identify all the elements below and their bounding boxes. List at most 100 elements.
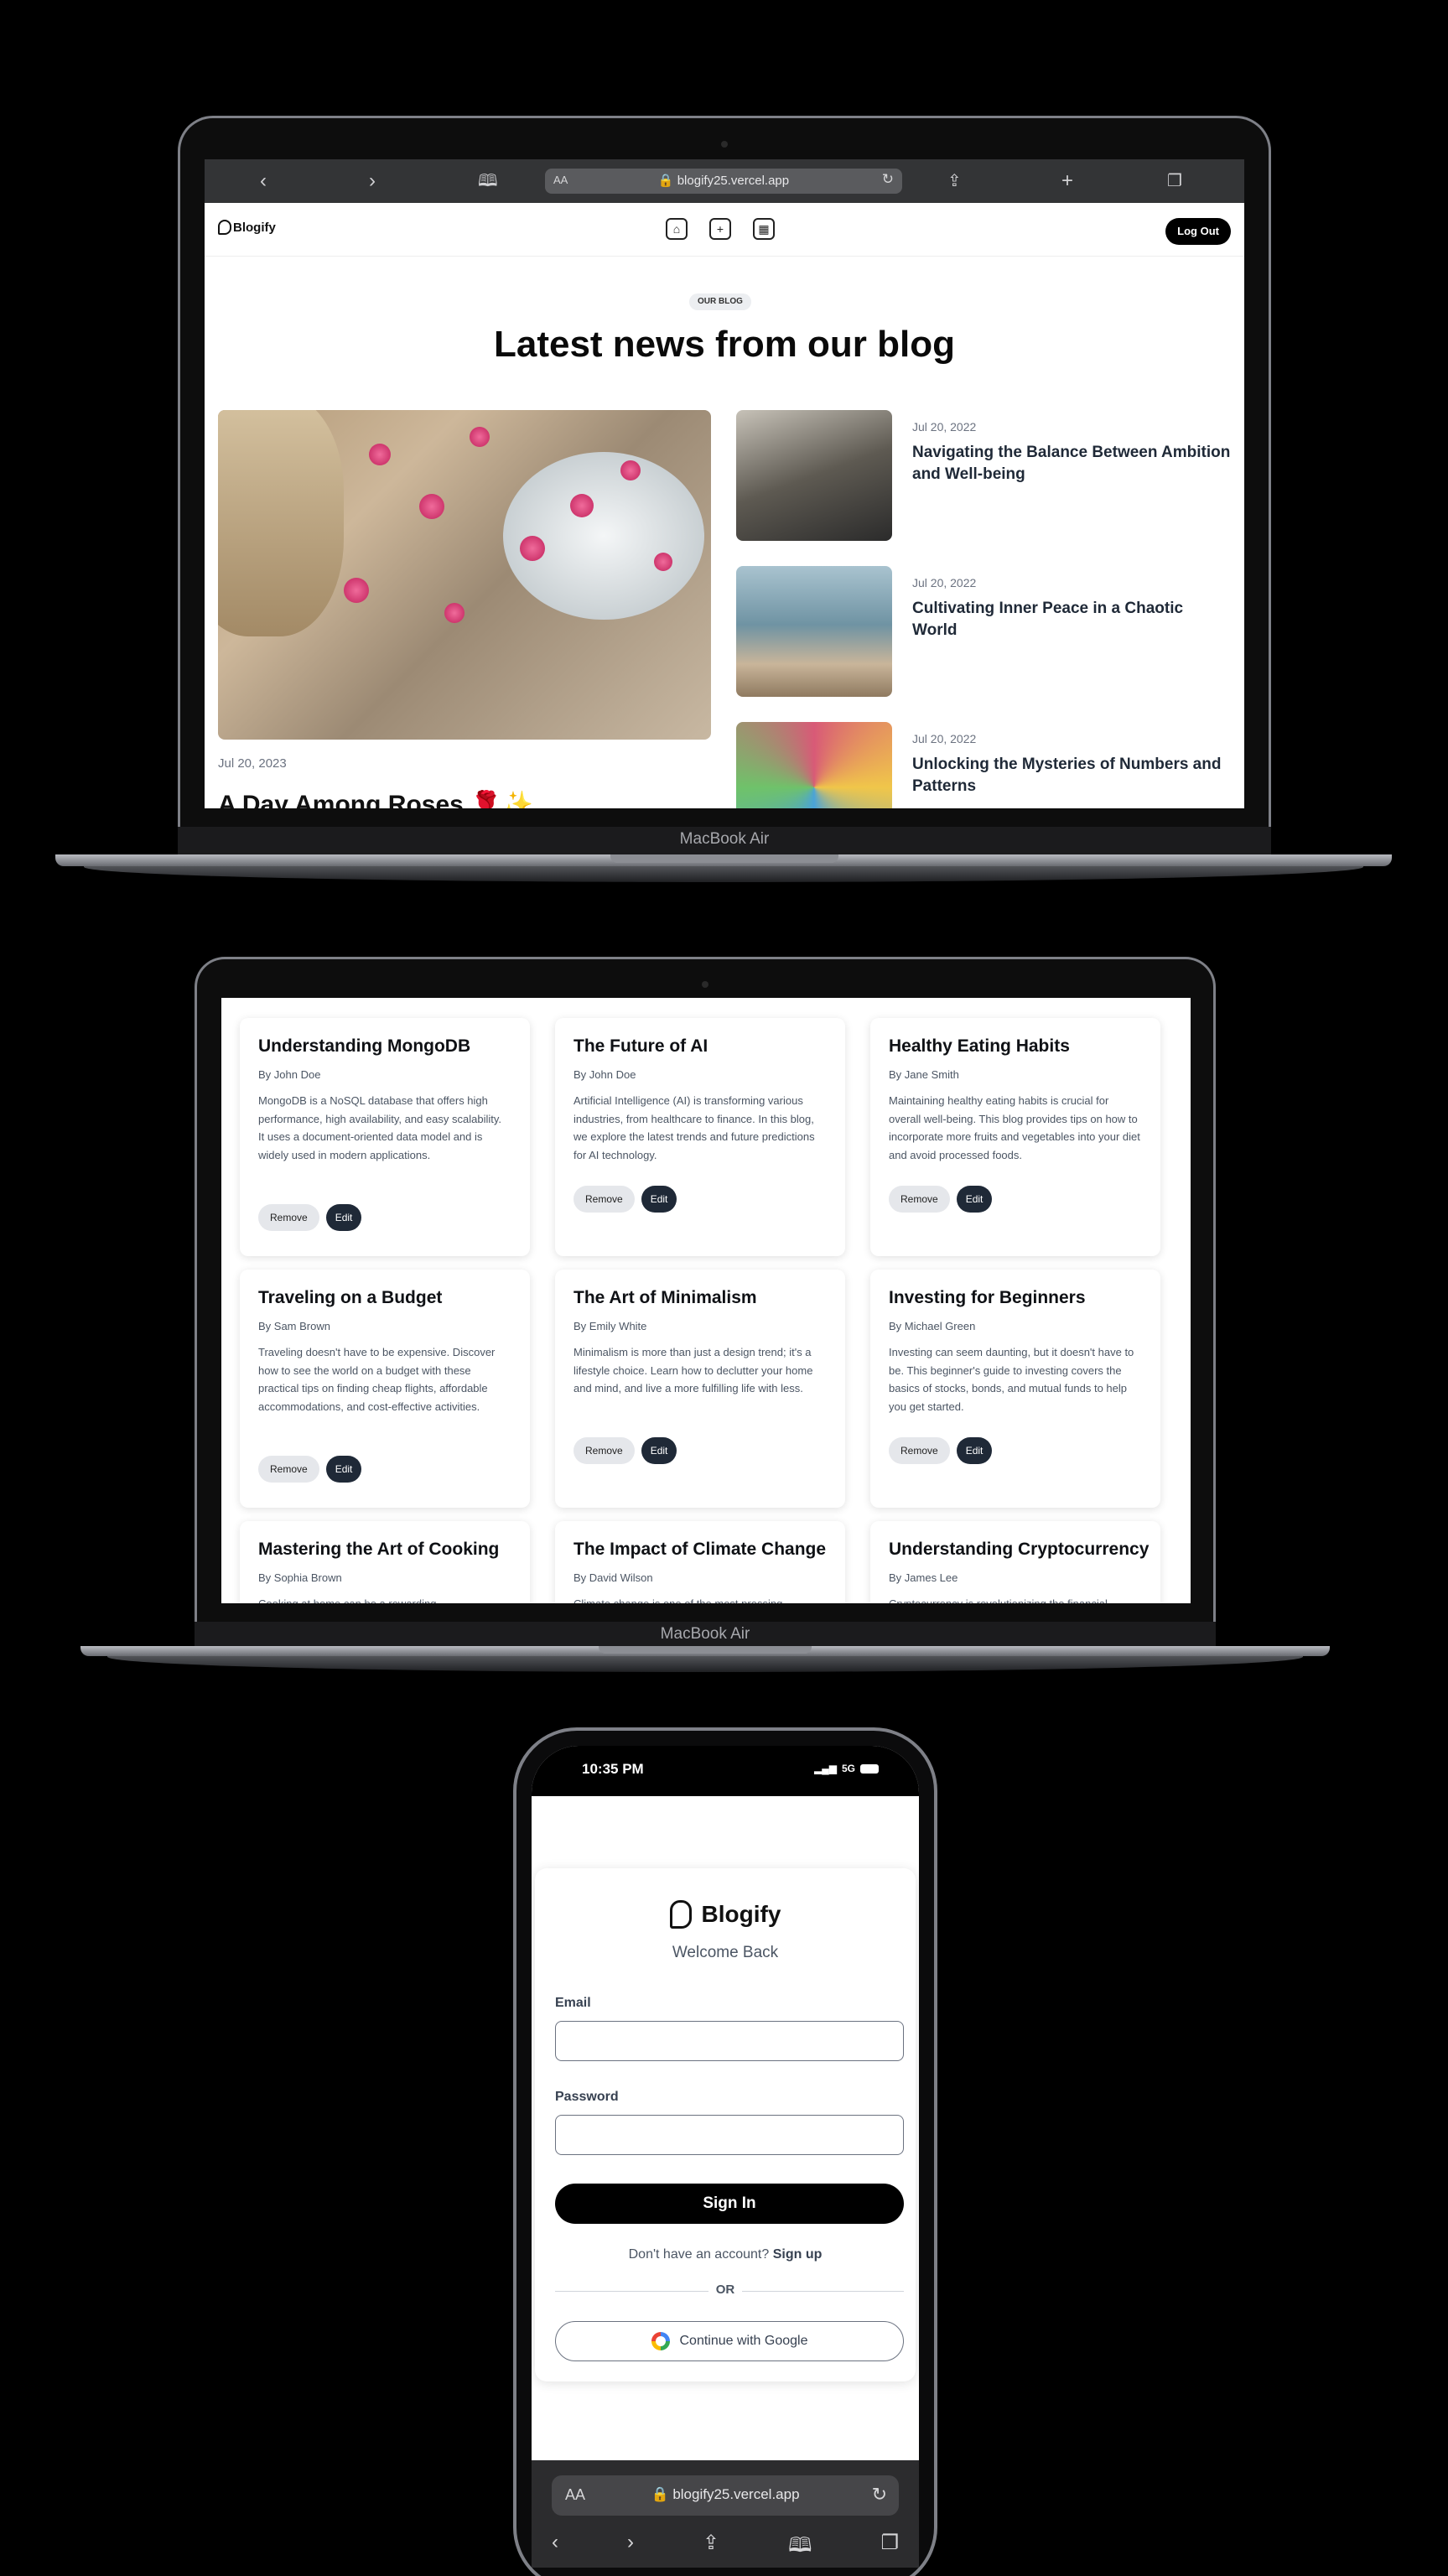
edit-button[interactable]: Edit [641, 1437, 677, 1464]
post-card: Investing for Beginners By Michael Green… [870, 1270, 1160, 1508]
login-page: Blogify Welcome Back Email Password Sign… [532, 1796, 919, 2460]
side-post[interactable]: Jul 20, 2022 Cultivating Inner Peace in … [736, 566, 1231, 697]
card-body: Artificial Intelligence (AI) is transfor… [573, 1094, 815, 1161]
card-title: Understanding Cryptocurrency [889, 1540, 1150, 1559]
side-post-title[interactable]: Navigating the Balance Between Ambition … [912, 442, 1231, 486]
laptop-screen-posts: Understanding MongoDB By John Doe MongoD… [221, 998, 1191, 1603]
edit-button[interactable]: Edit [956, 1186, 993, 1213]
rose [520, 536, 545, 561]
hero-post-title[interactable]: A Day Among Roses 🌹✨ [218, 790, 533, 808]
section-chip: OUR BLOG [689, 293, 751, 310]
remove-button[interactable]: Remove [573, 1186, 635, 1213]
phone-screen-login: 10:35 PM ▂▄▆ 5G Blogify Welcome Back Ema… [532, 1746, 919, 2568]
card-actions: Remove Edit [889, 1186, 993, 1213]
card-author: By John Doe [573, 1068, 636, 1081]
card-title: The Future of AI [573, 1036, 708, 1056]
remove-button[interactable]: Remove [258, 1204, 319, 1231]
blogify-logo-icon [669, 1900, 692, 1929]
share-icon[interactable]: ⇪ [703, 2531, 719, 2565]
gallery-icon[interactable]: ▦ [753, 218, 775, 240]
blogify-logo-icon [218, 220, 231, 235]
safari-toolbar: ‹ › 🕮 AA 🔒 blogify25.vercel.app ↻ ⇪ + ❐ [205, 159, 1244, 203]
rose [654, 553, 672, 571]
remove-button[interactable]: Remove [573, 1437, 635, 1464]
laptop-screen-home: ‹ › 🕮 AA 🔒 blogify25.vercel.app ↻ ⇪ + ❐ … [205, 159, 1244, 808]
forward-icon[interactable]: › [627, 2531, 634, 2565]
hero-post-image[interactable] [218, 410, 711, 740]
signup-link[interactable]: Sign up [773, 2247, 823, 2262]
tabs-icon[interactable]: ❐ [880, 2531, 899, 2565]
battery-icon [860, 1763, 879, 1774]
card-author: By David Wilson [573, 1571, 653, 1584]
side-post-title[interactable]: Cultivating Inner Peace in a Chaotic Wor… [912, 598, 1231, 641]
share-icon[interactable]: ⇪ [947, 169, 962, 193]
laptop-hinge-notch [599, 1646, 812, 1654]
camera [721, 141, 728, 148]
remove-button[interactable]: Remove [258, 1456, 319, 1483]
side-post-image[interactable] [736, 722, 892, 808]
card-title: The Impact of Climate Change [573, 1540, 827, 1559]
dynamic-island [693, 1748, 760, 1761]
add-post-icon[interactable]: + [709, 218, 731, 240]
rose [419, 494, 444, 519]
phone-address-bar[interactable]: AA 🔒 blogify25.vercel.app ↻ [552, 2475, 899, 2516]
side-post-date: Jul 20, 2022 [912, 732, 977, 745]
camera [702, 981, 708, 988]
rose [444, 603, 465, 623]
sign-in-button[interactable]: Sign In [555, 2184, 904, 2224]
card-body: Climate change is one of the most pressi… [573, 1595, 825, 1603]
post-card: Healthy Eating Habits By Jane Smith Main… [870, 1018, 1160, 1256]
google-signin-button[interactable]: Continue with Google [555, 2321, 904, 2361]
back-icon[interactable]: ‹ [552, 2531, 558, 2565]
side-post-image[interactable] [736, 566, 892, 697]
side-post-title[interactable]: Unlocking the Mysteries of Numbers and P… [912, 754, 1231, 797]
post-card: Understanding MongoDB By John Doe MongoD… [240, 1018, 530, 1256]
card-author: By Emily White [573, 1320, 647, 1332]
new-tab-icon[interactable]: + [1061, 169, 1073, 193]
card-actions: Remove Edit [889, 1437, 993, 1464]
bookmarks-icon[interactable]: 🕮 [788, 2531, 812, 2565]
side-post[interactable]: Jul 20, 2022 Unlocking the Mysteries of … [736, 722, 1231, 808]
device-label: MacBook Air [660, 1625, 750, 1643]
reload-icon[interactable]: ↻ [872, 2484, 887, 2506]
nav-icons: ⌂ + ▦ [666, 218, 775, 240]
post-card: The Future of AI By John Doe Artificial … [555, 1018, 845, 1256]
side-post-date: Jul 20, 2022 [912, 420, 977, 434]
bookmarks-icon[interactable]: 🕮 [478, 169, 498, 193]
welcome-text: Welcome Back [672, 1944, 779, 1961]
tabs-icon[interactable]: ❐ [1167, 169, 1182, 193]
remove-button[interactable]: Remove [889, 1437, 950, 1464]
card-author: By John Doe [258, 1068, 321, 1081]
edit-button[interactable]: Edit [325, 1204, 362, 1231]
card-author: By Michael Green [889, 1320, 976, 1332]
home-icon[interactable]: ⌂ [666, 218, 688, 240]
email-field[interactable] [555, 2021, 904, 2061]
logout-button[interactable]: Log Out [1165, 218, 1231, 245]
signup-prompt: Don't have an account? Sign up [535, 2247, 916, 2262]
or-label: OR [708, 2283, 742, 2297]
hero-post-date: Jul 20, 2023 [218, 756, 287, 771]
back-icon[interactable]: ‹ [260, 169, 267, 193]
remove-button[interactable]: Remove [889, 1186, 950, 1213]
edit-button[interactable]: Edit [325, 1456, 362, 1483]
rose [570, 494, 594, 517]
address-bar[interactable]: AA 🔒 blogify25.vercel.app ↻ [545, 169, 902, 194]
card-title: Healthy Eating Habits [889, 1036, 1070, 1056]
page-title: Latest news from our blog [493, 324, 956, 365]
forward-icon[interactable]: › [369, 169, 376, 193]
status-time: 10:35 PM [582, 1761, 644, 1777]
rose [344, 578, 369, 603]
edit-button[interactable]: Edit [641, 1186, 677, 1213]
rose [369, 444, 391, 465]
card-actions: Remove Edit [573, 1437, 677, 1464]
card-author: By James Lee [889, 1571, 958, 1584]
card-body: Cryptocurrency is revolutionizing the fi… [889, 1595, 1140, 1603]
edit-button[interactable]: Edit [956, 1437, 993, 1464]
side-post-date: Jul 20, 2022 [912, 576, 977, 589]
reload-icon[interactable]: ↻ [882, 171, 894, 188]
password-field[interactable] [555, 2115, 904, 2155]
side-post-image[interactable] [736, 410, 892, 541]
brand-logo[interactable]: Blogify [218, 220, 276, 235]
side-post[interactable]: Jul 20, 2022 Navigating the Balance Betw… [736, 410, 1231, 541]
device-label: MacBook Air [679, 830, 770, 848]
